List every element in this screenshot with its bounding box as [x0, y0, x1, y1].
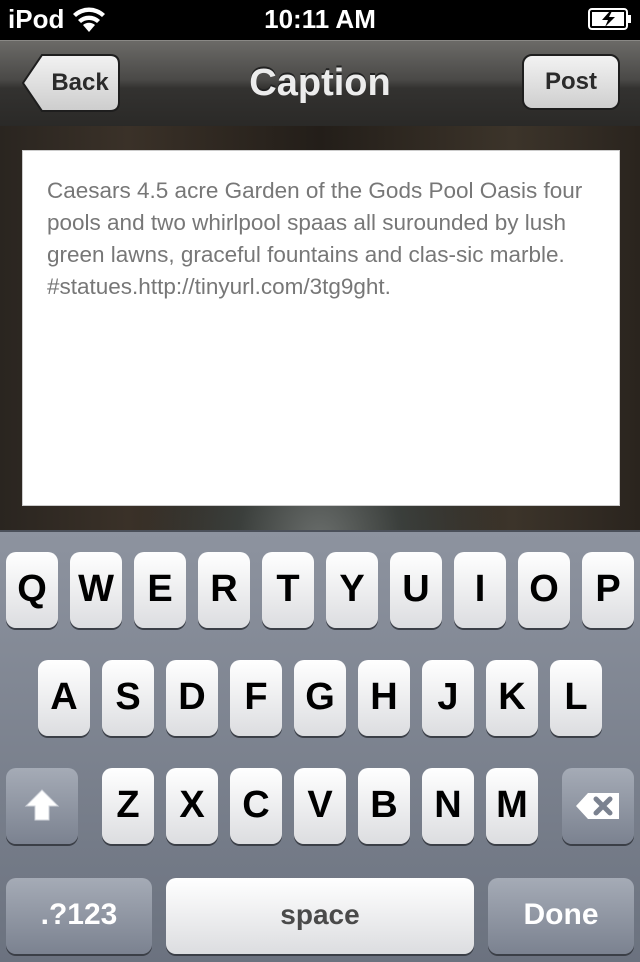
- status-bar: iPod 10:11 AM: [0, 0, 640, 40]
- key-a[interactable]: A: [38, 660, 90, 736]
- delete-key[interactable]: [562, 768, 634, 844]
- post-button[interactable]: Post: [522, 54, 620, 110]
- key-y[interactable]: Y: [326, 552, 378, 628]
- key-z[interactable]: Z: [102, 768, 154, 844]
- back-button[interactable]: Back: [22, 54, 120, 112]
- navigation-bar: Caption Back Post: [0, 40, 640, 129]
- key-o[interactable]: O: [518, 552, 570, 628]
- status-time: 10:11 AM: [264, 4, 376, 34]
- key-e[interactable]: E: [134, 552, 186, 628]
- key-d[interactable]: D: [166, 660, 218, 736]
- key-f[interactable]: F: [230, 660, 282, 736]
- key-p[interactable]: P: [582, 552, 634, 628]
- key-m[interactable]: M: [486, 768, 538, 844]
- backspace-icon: [576, 793, 619, 819]
- key-x[interactable]: X: [166, 768, 218, 844]
- keyboard: Q W E R T Y U I O P A S D F G H J K L Z …: [0, 530, 640, 962]
- key-h[interactable]: H: [358, 660, 410, 736]
- key-q[interactable]: Q: [6, 552, 58, 628]
- caption-text: Caesars 4.5 acre Garden of the Gods Pool…: [47, 178, 583, 299]
- key-i[interactable]: I: [454, 552, 506, 628]
- numbers-mode-key[interactable]: .?123: [6, 878, 152, 954]
- key-g[interactable]: G: [294, 660, 346, 736]
- key-b[interactable]: B: [358, 768, 410, 844]
- battery-charging-icon: [588, 8, 631, 30]
- caption-text-area[interactable]: Caesars 4.5 acre Garden of the Gods Pool…: [22, 150, 620, 506]
- key-r[interactable]: R: [198, 552, 250, 628]
- key-s[interactable]: S: [102, 660, 154, 736]
- space-key[interactable]: space: [166, 878, 474, 954]
- key-c[interactable]: C: [230, 768, 282, 844]
- key-t[interactable]: T: [262, 552, 314, 628]
- key-n[interactable]: N: [422, 768, 474, 844]
- key-v[interactable]: V: [294, 768, 346, 844]
- shift-key[interactable]: [6, 768, 78, 844]
- key-k[interactable]: K: [486, 660, 538, 736]
- key-w[interactable]: W: [70, 552, 122, 628]
- key-l[interactable]: L: [550, 660, 602, 736]
- shift-arrow-icon: [24, 789, 60, 821]
- key-u[interactable]: U: [390, 552, 442, 628]
- back-label: Back: [51, 69, 109, 96]
- done-key[interactable]: Done: [488, 878, 634, 954]
- key-j[interactable]: J: [422, 660, 474, 736]
